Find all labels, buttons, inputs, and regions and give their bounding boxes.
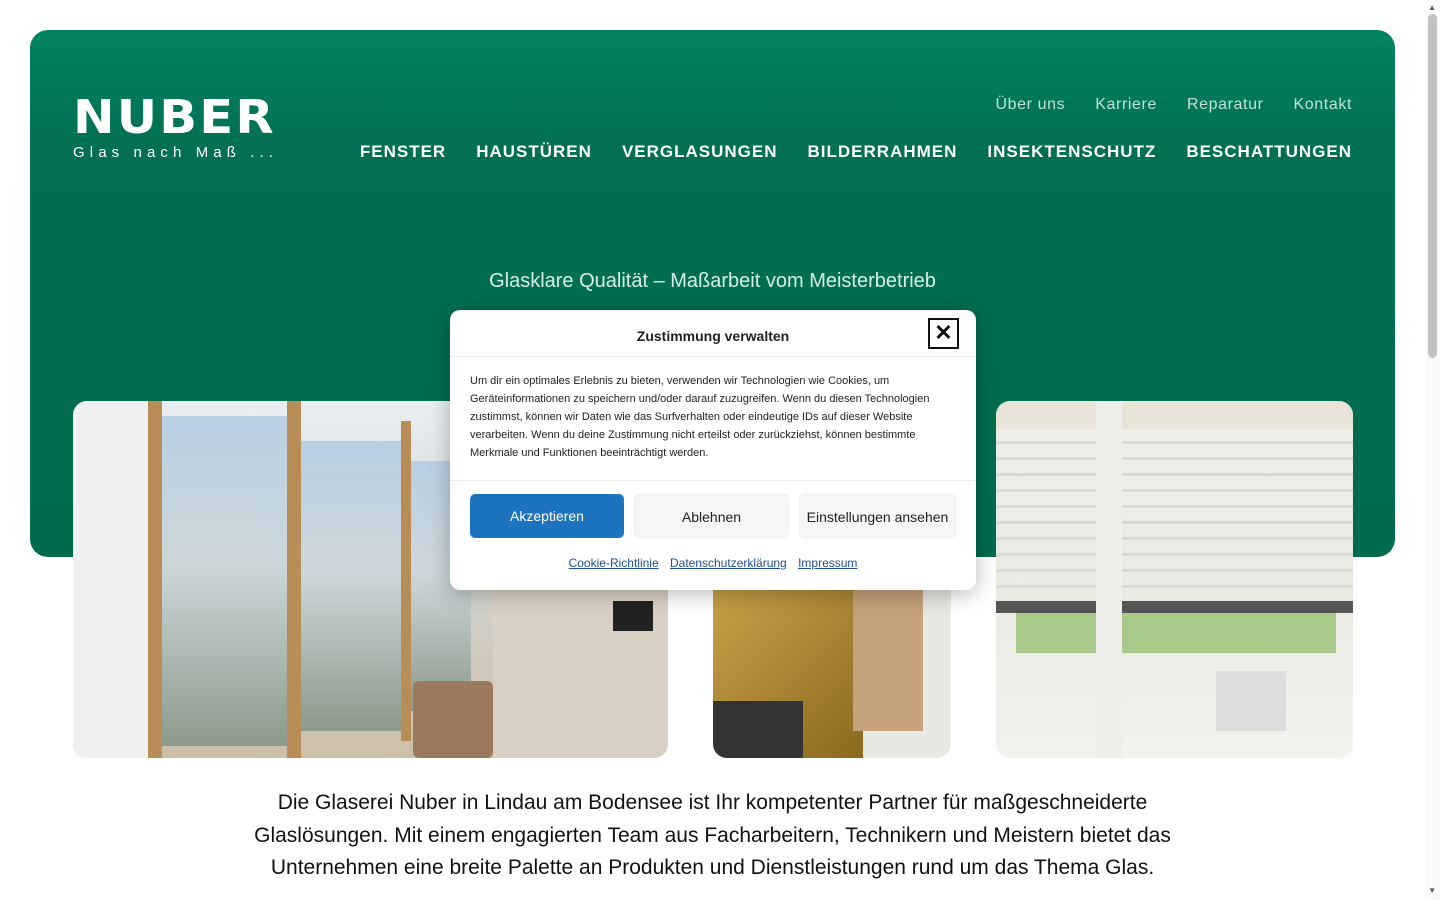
arrow-down-icon[interactable]: ▼ [1428,886,1436,895]
privacy-policy-link[interactable]: Datenschutzerklärung [670,556,787,570]
top-navigation: Über uns Karriere Reparatur Kontakt [996,96,1352,114]
logo-wordmark: NUBER [73,90,276,144]
hero-tagline: Glasklare Qualität – Maßarbeit vom Meist… [489,270,936,292]
arrow-up-icon[interactable]: ▲ [1428,3,1436,12]
nav-item-verglasungen[interactable]: VERGLASUNGEN [622,142,778,162]
scrollbar-thumb[interactable] [1428,14,1437,358]
consent-dialog-text: Um dir ein optimales Erlebnis zu bieten,… [470,375,930,459]
accept-button[interactable]: Akzeptieren [470,494,624,538]
dialog-divider [450,480,976,481]
nav-item-insektenschutz[interactable]: INSEKTENSCHUTZ [987,142,1156,162]
logo-tagline: Glas nach Maß ... [73,144,279,161]
main-navigation: FENSTER HAUSTÜREN VERGLASUNGEN BILDERRAH… [360,142,1352,162]
deny-button[interactable]: Ablehnen [634,494,789,538]
intro-paragraph: Die Glaserei Nuber in Lindau am Bodensee… [254,791,1171,879]
consent-dialog-title: Zustimmung verwalten [636,328,790,344]
photo-blinds [996,401,1353,758]
cookie-policy-link[interactable]: Cookie-Richtlinie [569,556,659,570]
close-icon[interactable]: ✕ [928,318,959,349]
nav-link-karriere[interactable]: Karriere [1095,96,1157,114]
nav-link-reparatur[interactable]: Reparatur [1187,96,1264,114]
nav-item-haustueren[interactable]: HAUSTÜREN [476,142,592,162]
nav-item-beschattungen[interactable]: BESCHATTUNGEN [1186,142,1352,162]
consent-links: Cookie-Richtlinie Datenschutzerklärung I… [450,556,976,570]
cookie-consent-dialog: Zustimmung verwalten ✕ Um dir ein optima… [450,310,976,590]
dialog-divider [450,356,976,357]
page-scrollbar[interactable]: ▲ ▼ [1425,0,1440,900]
nav-item-fenster[interactable]: FENSTER [360,142,446,162]
nav-link-kontakt[interactable]: Kontakt [1294,96,1352,114]
site-logo[interactable]: NUBER Glas nach Maß ... [73,94,279,161]
nav-item-bilderrahmen[interactable]: BILDERRAHMEN [808,142,958,162]
imprint-link[interactable]: Impressum [798,556,857,570]
nav-link-ueber-uns[interactable]: Über uns [996,96,1066,114]
view-settings-button[interactable]: Einstellungen ansehen [799,494,956,538]
